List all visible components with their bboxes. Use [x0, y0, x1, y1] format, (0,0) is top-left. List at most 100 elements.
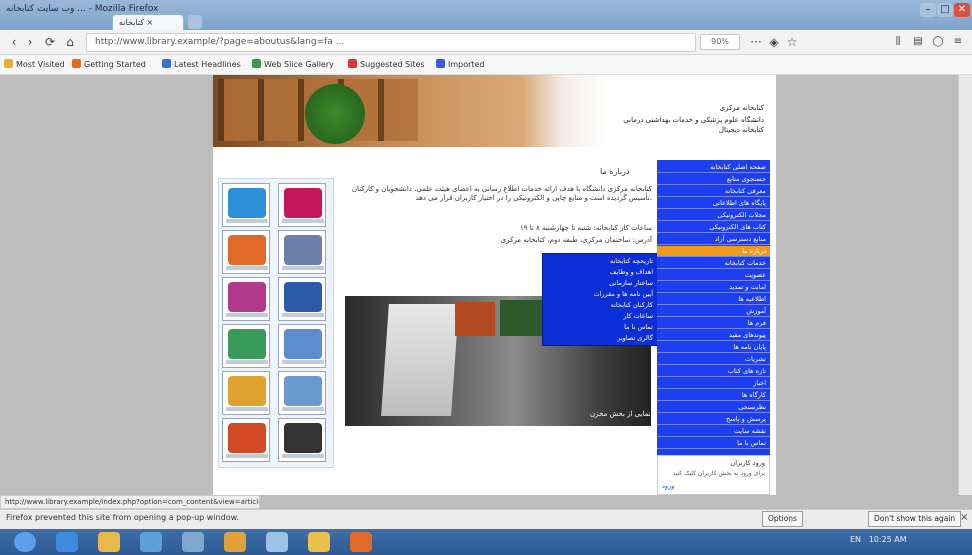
nav-menu-item[interactable]: خدمات کتابخانه — [657, 258, 770, 269]
link-tile[interactable] — [278, 371, 326, 415]
tile-caption — [282, 266, 324, 270]
nav-menu-item[interactable]: نقشه سایت — [657, 426, 770, 437]
nav-menu-item[interactable]: آموزش — [657, 306, 770, 317]
bookmark-icon — [72, 59, 81, 68]
link-tile[interactable] — [222, 277, 270, 321]
nav-menu-item[interactable]: معرفی کتابخانه — [657, 186, 770, 197]
minimize-button[interactable]: – — [920, 3, 936, 17]
zoom-level[interactable]: 90% — [700, 34, 740, 50]
nav-menu-item[interactable]: تازه های کتاب — [657, 366, 770, 377]
shield-icon[interactable]: ◈ — [766, 33, 782, 51]
browser-tab[interactable]: کتابخانه × — [112, 14, 184, 30]
library-icon[interactable]: ⫼ — [890, 33, 906, 51]
forward-icon[interactable]: › — [22, 33, 38, 51]
nav-menu-item[interactable]: مجلات الکترونیکی — [657, 210, 770, 221]
link-tile[interactable] — [222, 418, 270, 462]
link-tile[interactable] — [278, 324, 326, 368]
nav-menu-item[interactable]: اخبار — [657, 378, 770, 389]
close-notification-icon[interactable]: × — [960, 512, 968, 523]
options-button[interactable]: Options — [762, 511, 803, 527]
nav-menu-item[interactable]: کارگاه ها — [657, 390, 770, 401]
nav-menu-item[interactable]: درباره ما — [657, 246, 770, 257]
bookmark-item[interactable]: Imported — [436, 58, 485, 72]
tile-caption — [226, 454, 268, 458]
chrome-icon[interactable] — [224, 532, 246, 552]
link-tile[interactable] — [278, 418, 326, 462]
nav-menu-item[interactable]: تماس با ما — [657, 438, 770, 449]
ie-icon[interactable] — [56, 532, 78, 552]
tray-language[interactable]: EN — [850, 535, 861, 544]
submenu-item[interactable]: اهداف و وظایف — [610, 268, 653, 276]
address-bar[interactable]: http://www.library.example/?page=aboutus… — [86, 33, 696, 52]
tile-logo-icon — [284, 235, 322, 265]
nav-menu-item[interactable]: منابع دسترسی آزاد — [657, 234, 770, 245]
sidebar-icon[interactable]: ▤ — [910, 33, 926, 51]
bookmark-item[interactable]: Suggested Sites — [348, 58, 425, 72]
link-tile[interactable] — [222, 183, 270, 227]
reload-icon[interactable]: ⟳ — [42, 33, 58, 51]
back-icon[interactable]: ‹ — [6, 33, 22, 51]
nav-menu-item[interactable]: نشریات — [657, 354, 770, 365]
account-icon[interactable]: ◯ — [930, 33, 946, 51]
nav-menu-item[interactable]: عضویت — [657, 270, 770, 281]
submenu-item[interactable]: ساختار سازمانی — [609, 279, 653, 287]
nav-menu-item[interactable]: پایان نامه ها — [657, 342, 770, 353]
link-tile[interactable] — [278, 230, 326, 274]
tile-logo-icon — [284, 329, 322, 359]
link-tile[interactable] — [222, 324, 270, 368]
bookmark-icon — [348, 59, 357, 68]
banner-title: کتابخانه مرکزی — [719, 104, 764, 112]
link-tile[interactable] — [222, 371, 270, 415]
submenu-item[interactable]: گالری تصاویر — [617, 334, 653, 342]
more-icon[interactable]: ··· — [748, 33, 764, 51]
bookmark-star-icon[interactable]: ☆ — [784, 33, 800, 51]
media-icon[interactable] — [140, 532, 162, 552]
link-tile[interactable] — [278, 277, 326, 321]
link-tile[interactable] — [222, 230, 270, 274]
tile-logo-icon — [284, 282, 322, 312]
submenu-item[interactable]: تماس با ما — [624, 323, 653, 331]
submenu-item[interactable]: آیین نامه ها و مقررات — [593, 290, 653, 298]
dont-show-button[interactable]: Don't show this again — [868, 511, 962, 527]
nav-menu-item[interactable]: پرسش و پاسخ — [657, 414, 770, 425]
bookmark-item[interactable]: Web Slice Gallery — [252, 58, 334, 72]
nav-menu-item[interactable]: نظرسنجی — [657, 402, 770, 413]
settings-icon[interactable] — [182, 532, 204, 552]
nav-menu-item[interactable]: صفحه اصلی کتابخانه — [657, 162, 770, 173]
tile-logo-icon — [228, 188, 266, 218]
nav-menu-item[interactable]: کتاب های الکترونیکی — [657, 222, 770, 233]
start-icon[interactable] — [14, 532, 36, 552]
tile-logo-icon — [284, 423, 322, 453]
maximize-button[interactable]: □ — [937, 3, 953, 17]
nav-menu-item[interactable]: فرم ها — [657, 318, 770, 329]
submenu-item[interactable]: کارکنان کتابخانه — [611, 301, 653, 309]
close-button[interactable]: ✕ — [954, 3, 970, 17]
files-icon[interactable] — [266, 532, 288, 552]
tile-caption — [226, 360, 268, 364]
explorer-icon[interactable] — [308, 532, 330, 552]
login-link[interactable]: ورود — [662, 482, 674, 490]
submenu-item[interactable]: ساعات کار — [623, 312, 653, 320]
submenu-item[interactable]: تاریخچه کتابخانه — [610, 257, 653, 265]
page-scrollbar[interactable] — [958, 75, 972, 495]
link-tile[interactable] — [278, 183, 326, 227]
nav-menu-item[interactable]: اطلاعیه ها — [657, 294, 770, 305]
bookmark-item[interactable]: Latest Headlines — [162, 58, 241, 72]
folder-icon[interactable] — [98, 532, 120, 552]
nav-menu-item[interactable]: جستجوی منابع — [657, 174, 770, 185]
notification-message: Firefox prevented this site from opening… — [6, 513, 239, 522]
bookmark-item[interactable]: Getting Started — [72, 58, 146, 72]
tile-caption — [226, 313, 268, 317]
bookmark-icon — [252, 59, 261, 68]
bookmark-item[interactable]: Most Visited — [4, 58, 65, 72]
tile-caption — [282, 219, 324, 223]
nav-menu-item[interactable]: پایگاه های اطلاعاتی — [657, 198, 770, 209]
firefox-icon[interactable] — [350, 532, 372, 552]
tray-clock[interactable]: 10:25 AM — [869, 535, 907, 544]
new-tab-button[interactable] — [188, 15, 202, 29]
nav-menu-item[interactable]: امانت و تمدید — [657, 282, 770, 293]
nav-menu-item[interactable]: پیوندهای مفید — [657, 330, 770, 341]
menu-icon[interactable]: ≡ — [950, 33, 966, 51]
login-box: ورود کاربران برای ورود به بخش کاربران کل… — [657, 455, 770, 495]
home-icon[interactable]: ⌂ — [62, 33, 78, 51]
